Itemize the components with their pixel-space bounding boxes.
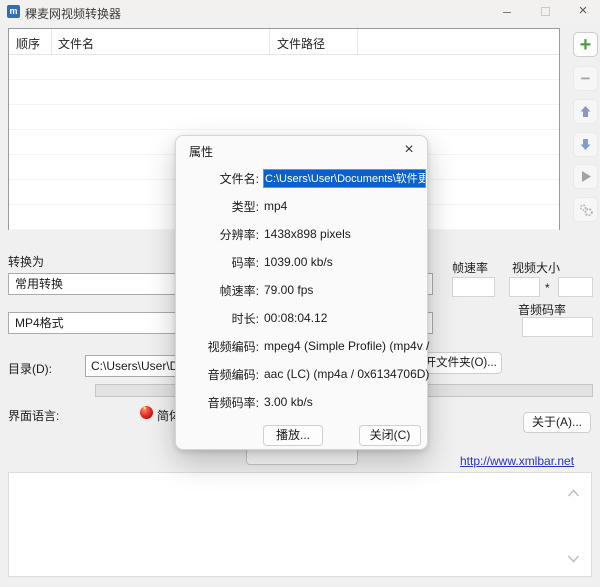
column-divider[interactable] [357, 29, 358, 55]
column-header-filepath[interactable]: 文件路径 [277, 35, 325, 52]
minimize-button[interactable]: – [494, 2, 520, 21]
table-row [9, 105, 559, 130]
dialog-close-icon[interactable]: × [397, 139, 421, 161]
property-label: 文件名: [176, 170, 259, 187]
title-bar: m 稞麦网视频转换器 – × [0, 0, 600, 24]
table-header: 顺序 文件名 文件路径 [9, 29, 559, 55]
website-link[interactable]: http://www.xmlbar.net [460, 454, 574, 468]
column-header-order[interactable]: 顺序 [16, 35, 40, 52]
properties-dialog: 属性 × 文件名: C:\Users\User\Documents\软件更新流程… [175, 135, 428, 450]
dialog-close-button[interactable]: 关闭(C) [359, 425, 421, 446]
arrow-up-icon [579, 105, 592, 118]
add-file-button[interactable]: + [573, 32, 598, 57]
maximize-button[interactable] [532, 2, 558, 21]
video-height-input[interactable] [558, 277, 593, 297]
property-value: mp4 [259, 199, 287, 213]
arrow-down-icon [579, 138, 592, 151]
flag-star: ★ [142, 405, 147, 412]
china-flag-icon: ★ [140, 406, 153, 419]
remove-file-button[interactable]: − [573, 66, 598, 91]
window-title: 稞麦网视频转换器 [25, 5, 121, 22]
property-row-bitrate: 码率: 1039.00 kb/s [176, 248, 429, 276]
frame-rate-input[interactable] [452, 277, 495, 297]
column-header-filename[interactable]: 文件名 [58, 35, 94, 52]
frame-rate-label: 帧速率 [452, 259, 488, 276]
property-value: 1039.00 kb/s [259, 255, 333, 269]
property-value: 79.00 fps [259, 283, 313, 297]
size-separator: * [545, 281, 550, 295]
property-row-duration: 时长: 00:08:04.12 [176, 304, 429, 332]
audio-bitrate-label: 音频码率 [518, 301, 566, 318]
selected-text: C:\Users\User\Documents\软件更新流程.mp4 [264, 169, 426, 187]
property-row-framerate: 帧速率: 79.00 fps [176, 276, 429, 304]
video-width-input[interactable] [509, 277, 540, 297]
close-window-button[interactable]: × [570, 2, 596, 21]
property-label: 分辨率: [176, 226, 259, 243]
format-value: MP4格式 [15, 316, 64, 330]
preset-value: 常用转换 [15, 277, 63, 291]
scroll-down-icon[interactable] [567, 554, 580, 563]
property-row-video-codec: 视频编码: mpeg4 (Simple Profile) (mp4v / [176, 332, 429, 360]
property-value: 1438x898 pixels [259, 227, 351, 241]
table-row [9, 55, 559, 80]
property-value: aac (LC) (mp4a / 0x6134706D) [259, 367, 429, 381]
play-button[interactable]: 播放... [263, 425, 323, 446]
property-row-type: 类型: mp4 [176, 192, 429, 220]
move-up-button[interactable] [573, 99, 598, 124]
directory-label: 目录(D): [8, 360, 52, 377]
audio-bitrate-input[interactable] [522, 317, 593, 337]
log-textarea[interactable] [8, 472, 592, 577]
table-row [9, 80, 559, 105]
property-row-resolution: 分辨率: 1438x898 pixels [176, 220, 429, 248]
property-label: 音频码率: [176, 394, 259, 411]
maximize-icon [541, 7, 550, 16]
property-label: 音频编码: [176, 366, 259, 383]
start-conversion-button[interactable] [573, 164, 598, 189]
column-divider[interactable] [51, 29, 52, 55]
app-window: m 稞麦网视频转换器 – × 顺序 文件名 文件路径 + − [0, 0, 600, 587]
property-label: 时长: [176, 310, 259, 327]
property-value: mpeg4 (Simple Profile) (mp4v / [259, 339, 429, 353]
property-label: 帧速率: [176, 282, 259, 299]
property-row-audio-bitrate: 音频码率: 3.00 kb/s [176, 388, 429, 416]
property-label: 视频编码: [176, 338, 259, 355]
language-label: 界面语言: [8, 407, 59, 424]
video-size-label: 视频大小 [512, 259, 560, 276]
convert-to-label: 转换为 [8, 253, 44, 270]
property-label: 类型: [176, 198, 259, 215]
properties-list: 文件名: C:\Users\User\Documents\软件更新流程.mp4 … [176, 164, 429, 416]
scroll-up-icon[interactable] [567, 489, 580, 498]
about-button[interactable]: 关于(A)... [523, 412, 591, 433]
property-label: 码率: [176, 254, 259, 271]
settings-button[interactable] [573, 197, 598, 222]
property-row-filename: 文件名: C:\Users\User\Documents\软件更新流程.mp4 [176, 164, 429, 192]
property-value: 00:08:04.12 [259, 311, 327, 325]
move-down-button[interactable] [573, 132, 598, 157]
app-icon: m [7, 5, 20, 18]
column-divider[interactable] [269, 29, 270, 55]
filename-input[interactable]: C:\Users\User\Documents\软件更新流程.mp4 [263, 169, 426, 188]
property-value: 3.00 kb/s [259, 395, 313, 409]
dialog-title: 属性 [189, 143, 213, 160]
play-icon [578, 169, 593, 184]
property-row-audio-codec: 音频编码: aac (LC) (mp4a / 0x6134706D) [176, 360, 429, 388]
gears-icon [578, 202, 594, 218]
